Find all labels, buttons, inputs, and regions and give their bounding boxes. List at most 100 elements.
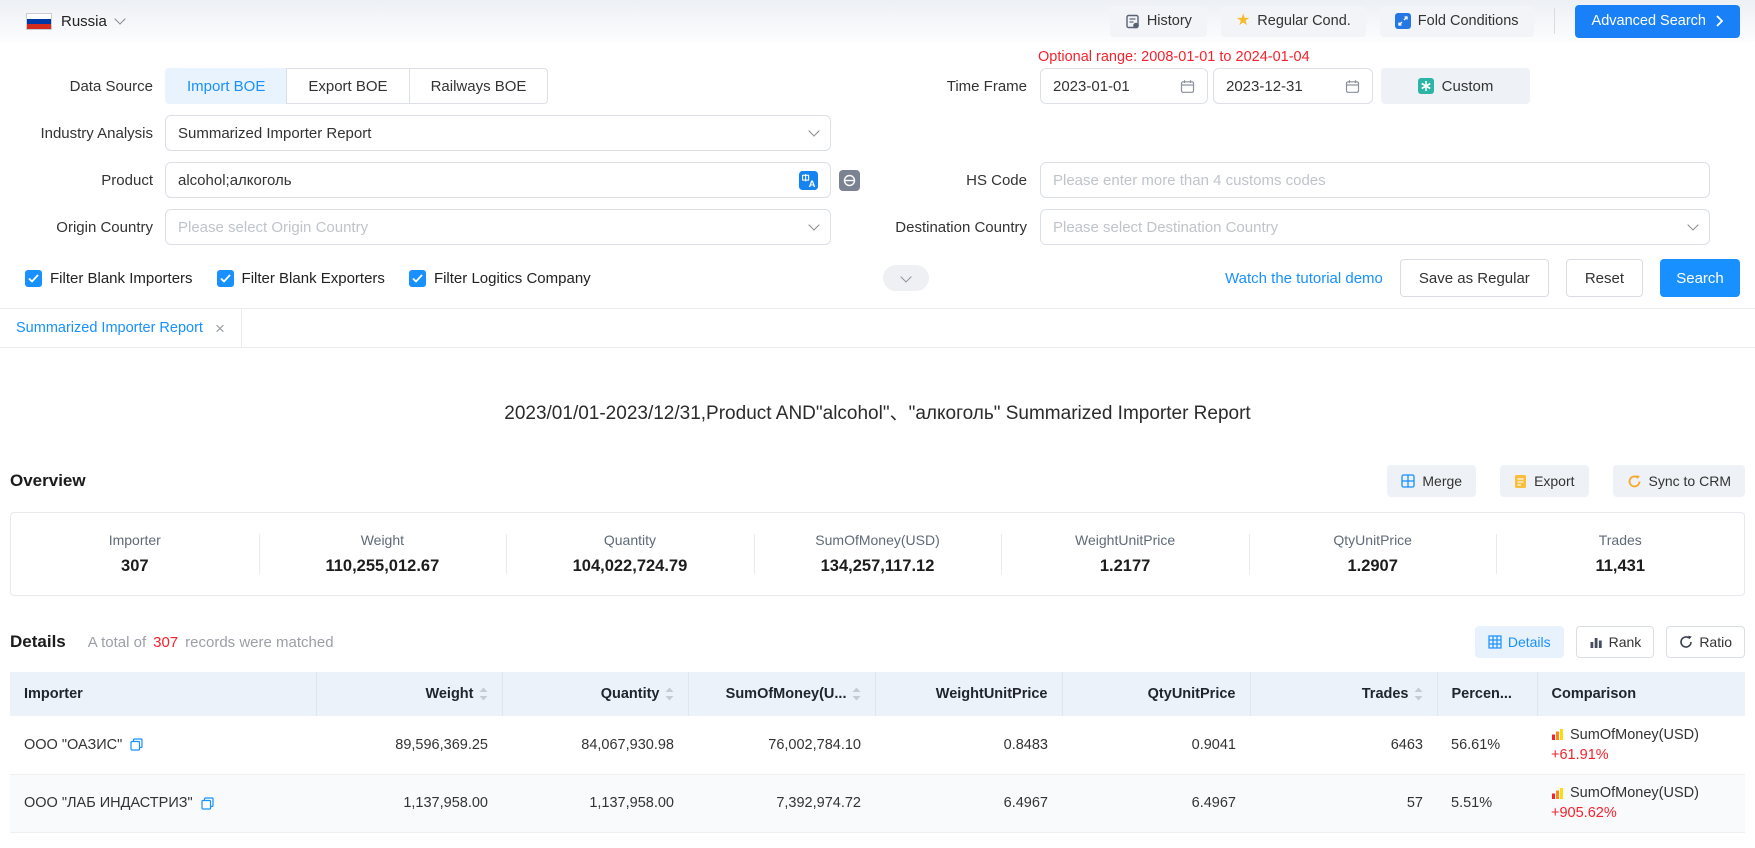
- weight-cell: 89,596,369.25: [316, 716, 502, 774]
- stat-trades: Trades 11,431: [1496, 513, 1744, 595]
- optional-range-text: Optional range: 2008-01-01 to 2024-01-04: [1038, 49, 1755, 68]
- col-quantity: Quantity: [601, 686, 660, 702]
- stat-label: WeightUnitPrice: [1075, 532, 1175, 548]
- sort-icon[interactable]: [1414, 687, 1423, 701]
- col-weight-unit-price: WeightUnitPrice: [936, 686, 1048, 702]
- close-icon[interactable]: ×: [215, 320, 225, 337]
- fold-conditions-button[interactable]: Fold Conditions: [1380, 6, 1534, 37]
- overview-heading: Overview: [10, 471, 86, 491]
- filter-blank-importers-checkbox[interactable]: Filter Blank Importers: [25, 270, 193, 287]
- stat-value: 11,431: [1595, 557, 1645, 576]
- export-label: Export: [1534, 473, 1574, 489]
- stat-label: Quantity: [604, 532, 656, 548]
- sort-icon[interactable]: [479, 687, 488, 701]
- sort-icon[interactable]: [665, 687, 674, 701]
- tab-export-boe[interactable]: Export BOE: [286, 68, 409, 104]
- view-ratio-button[interactable]: Ratio: [1666, 626, 1745, 658]
- matched-prefix: A total of: [88, 634, 146, 651]
- hs-code-input[interactable]: [1053, 172, 1697, 189]
- date-from-input[interactable]: [1053, 78, 1180, 95]
- industry-analysis-value: Summarized Importer Report: [178, 125, 371, 142]
- stat-value: 1.2907: [1347, 557, 1397, 576]
- chevron-down-icon: [114, 13, 125, 24]
- tutorial-link[interactable]: Watch the tutorial demo: [1225, 270, 1383, 287]
- result-tab-strip: Summarized Importer Report ×: [0, 308, 1755, 348]
- copy-icon[interactable]: [130, 738, 143, 751]
- view-details-label: Details: [1508, 634, 1551, 650]
- comparison-change: +905.62%: [1551, 805, 1731, 821]
- sync-icon: [1627, 474, 1642, 489]
- report-title: 2023/01/01-2023/12/31,Product AND"alcoho…: [0, 348, 1755, 425]
- origin-country-placeholder: Please select Origin Country: [178, 219, 368, 236]
- tab-import-boe[interactable]: Import BOE: [165, 68, 287, 104]
- weight-cell: 1,137,958.00: [316, 774, 502, 832]
- destination-country-select[interactable]: Please select Destination Country: [1040, 209, 1710, 245]
- date-from-field[interactable]: [1040, 68, 1208, 104]
- date-to-input[interactable]: [1226, 78, 1345, 95]
- history-label: History: [1147, 13, 1192, 29]
- view-rank-button[interactable]: Rank: [1576, 626, 1655, 658]
- comparison-cell: SumOfMoney(USD) +61.91%: [1537, 716, 1745, 774]
- tab-railways-boe[interactable]: Railways BOE: [409, 68, 549, 104]
- filter-logitics-company-checkbox[interactable]: Filter Logitics Company: [409, 270, 591, 287]
- search-panel: Optional range: 2008-01-01 to 2024-01-04…: [0, 42, 1755, 294]
- history-button[interactable]: History: [1110, 6, 1207, 37]
- translate-icon[interactable]: A: [799, 171, 818, 190]
- qty-unit-price-cell: 0.9041: [1062, 716, 1250, 774]
- export-button[interactable]: Export: [1500, 465, 1588, 497]
- stat-label: Importer: [109, 532, 161, 548]
- filter-label: Filter Blank Importers: [50, 270, 193, 287]
- country-selector[interactable]: Russia: [26, 13, 124, 30]
- comparison-metric: SumOfMoney(USD): [1570, 727, 1699, 743]
- save-as-regular-button[interactable]: Save as Regular: [1400, 259, 1549, 297]
- percent-cell: 5.51%: [1437, 774, 1537, 832]
- regular-cond-button[interactable]: ★ Regular Cond.: [1221, 6, 1366, 37]
- comparison-metric: SumOfMoney(USD): [1570, 785, 1699, 801]
- collapse-toggle-button[interactable]: [883, 265, 929, 291]
- tab-summarized-importer-report[interactable]: Summarized Importer Report ×: [0, 309, 242, 347]
- sync-to-crm-button[interactable]: Sync to CRM: [1613, 465, 1745, 497]
- stat-value: 307: [121, 557, 149, 576]
- importer-name[interactable]: ООО "ЛАБ ИНДАСТРИЗ": [24, 795, 193, 811]
- calendar-icon[interactable]: [1345, 79, 1360, 94]
- sort-icon[interactable]: [852, 687, 861, 701]
- col-percent: Percen...: [1452, 686, 1512, 702]
- copy-icon[interactable]: [201, 797, 214, 810]
- hs-code-field[interactable]: [1040, 162, 1710, 198]
- merge-button[interactable]: Merge: [1387, 465, 1476, 497]
- advanced-search-button[interactable]: Advanced Search: [1575, 5, 1740, 38]
- chevron-right-icon: [1715, 15, 1723, 27]
- col-trades: Trades: [1362, 686, 1409, 702]
- view-details-button[interactable]: Details: [1475, 626, 1564, 658]
- destination-country-placeholder: Please select Destination Country: [1053, 219, 1278, 236]
- product-input[interactable]: [178, 172, 799, 189]
- table-row: ООО "ОАЗИС" 89,596,369.25 84,067,930.98 …: [10, 716, 1745, 774]
- search-button[interactable]: Search: [1660, 259, 1740, 297]
- weight-unit-price-cell: 0.8483: [875, 716, 1062, 774]
- trades-cell: 57: [1250, 774, 1437, 832]
- product-field[interactable]: A: [165, 162, 831, 198]
- stat-value: 1.2177: [1100, 557, 1150, 576]
- comparison-cell: SumOfMoney(USD) +905.62%: [1537, 774, 1745, 832]
- qty-unit-price-cell: 6.4967: [1062, 774, 1250, 832]
- stat-weight-unit-price: WeightUnitPrice 1.2177: [1001, 513, 1249, 595]
- calendar-icon[interactable]: [1180, 79, 1195, 94]
- merge-label: Merge: [1422, 473, 1462, 489]
- quantity-cell: 84,067,930.98: [502, 716, 688, 774]
- filter-blank-exporters-checkbox[interactable]: Filter Blank Exporters: [217, 270, 385, 287]
- comparison-change: +61.91%: [1551, 747, 1731, 763]
- origin-country-select[interactable]: Please select Origin Country: [165, 209, 831, 245]
- history-icon: [1125, 14, 1140, 29]
- date-to-field[interactable]: [1213, 68, 1373, 104]
- fold-conditions-label: Fold Conditions: [1418, 13, 1519, 29]
- reset-button[interactable]: Reset: [1566, 259, 1643, 297]
- stat-importer: Importer 307: [11, 513, 259, 595]
- importer-name[interactable]: ООО "ОАЗИС": [24, 737, 122, 753]
- sum-cell: 76,002,784.10: [688, 716, 875, 774]
- checkbox-checked-icon: [217, 270, 234, 287]
- custom-range-button[interactable]: Custom: [1381, 68, 1530, 104]
- percent-cell: 56.61%: [1437, 716, 1537, 774]
- view-ratio-label: Ratio: [1699, 634, 1732, 650]
- industry-analysis-select[interactable]: Summarized Importer Report: [165, 115, 831, 151]
- trades-cell: 6463: [1250, 716, 1437, 774]
